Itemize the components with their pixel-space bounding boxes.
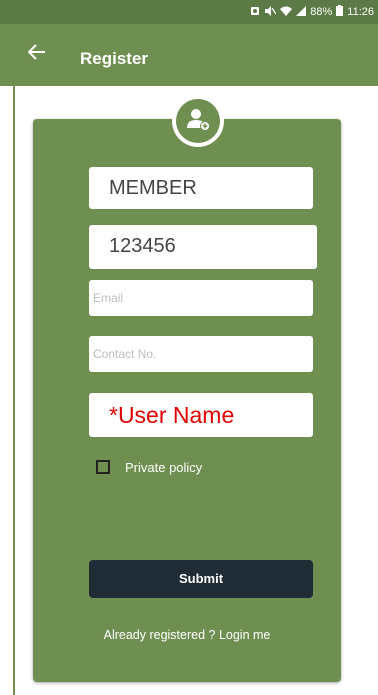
submit-button[interactable]: Submit [89, 560, 313, 598]
battery-percent: 88% [310, 6, 333, 18]
status-bar: 88% 11:26 [0, 0, 378, 24]
add-user-icon [185, 106, 211, 137]
left-divider [13, 86, 15, 695]
avatar [172, 95, 224, 147]
wifi-icon [280, 6, 293, 19]
username-field[interactable]: *User Name [89, 393, 313, 437]
mute-icon [264, 5, 277, 19]
clock: 11:26 [347, 6, 374, 18]
email-field[interactable]: Email [89, 280, 313, 316]
status-icons: 88% 11:26 [250, 5, 374, 19]
privacy-checkbox[interactable] [96, 460, 110, 474]
member-field[interactable]: MEMBER [89, 167, 313, 209]
notification-icon [250, 6, 260, 19]
login-link[interactable]: Already registered ? Login me [40, 628, 334, 642]
page-title: Register [80, 49, 149, 68]
app-bar: Register [0, 24, 378, 86]
privacy-checkbox-label: Private policy [125, 460, 203, 475]
arrow-left-icon[interactable] [27, 42, 46, 64]
signal-icon [296, 5, 307, 19]
battery-icon [336, 5, 344, 19]
code-field[interactable]: 123456 [89, 225, 317, 269]
contact-field[interactable]: Contact No. [89, 336, 313, 372]
